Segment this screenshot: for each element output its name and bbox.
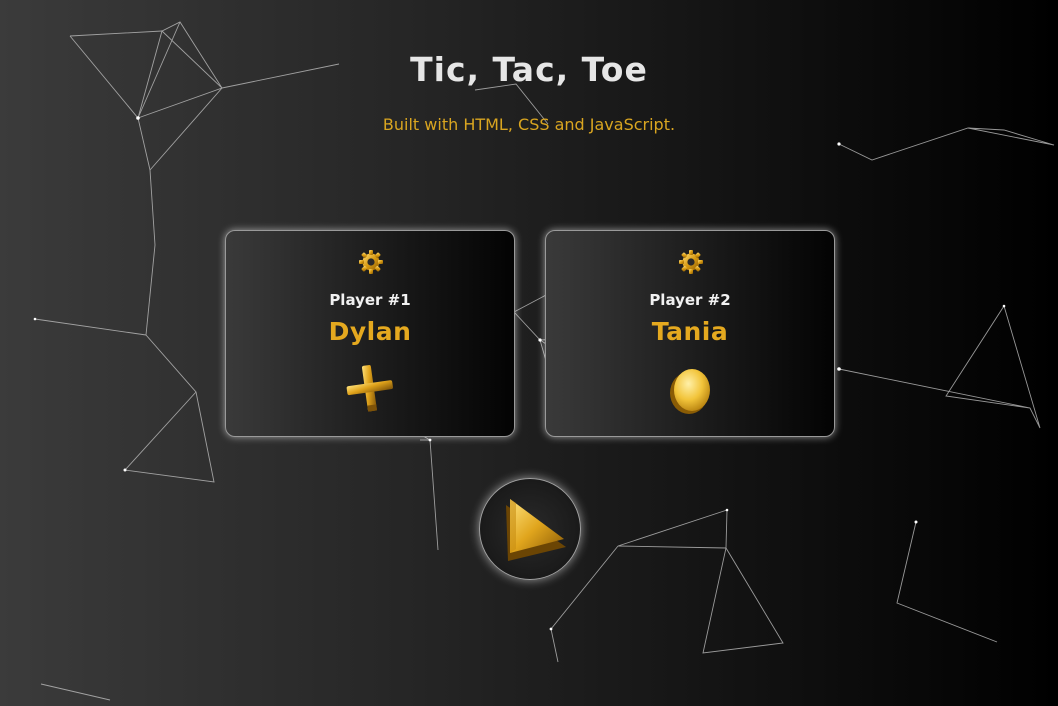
play-icon bbox=[506, 499, 566, 561]
player-2-card: Player #2 Tania bbox=[545, 230, 835, 437]
circle-icon bbox=[670, 369, 710, 414]
player-2-label: Player #2 bbox=[649, 291, 731, 309]
page-title: Tic, Tac, Toe bbox=[410, 50, 648, 89]
player-2-name: Tania bbox=[651, 317, 729, 346]
cross-icon bbox=[346, 365, 393, 412]
play-button[interactable] bbox=[479, 478, 581, 580]
player-1-name: Dylan bbox=[328, 317, 412, 346]
player-1-label: Player #1 bbox=[329, 291, 411, 309]
gear-icon[interactable] bbox=[356, 247, 386, 277]
constellation-background bbox=[33, 21, 1055, 701]
page-subtitle: Built with HTML, CSS and JavaScript. bbox=[382, 115, 676, 134]
player-1-card: Player #1 Dylan bbox=[225, 230, 515, 437]
gear-icon[interactable] bbox=[676, 247, 706, 277]
